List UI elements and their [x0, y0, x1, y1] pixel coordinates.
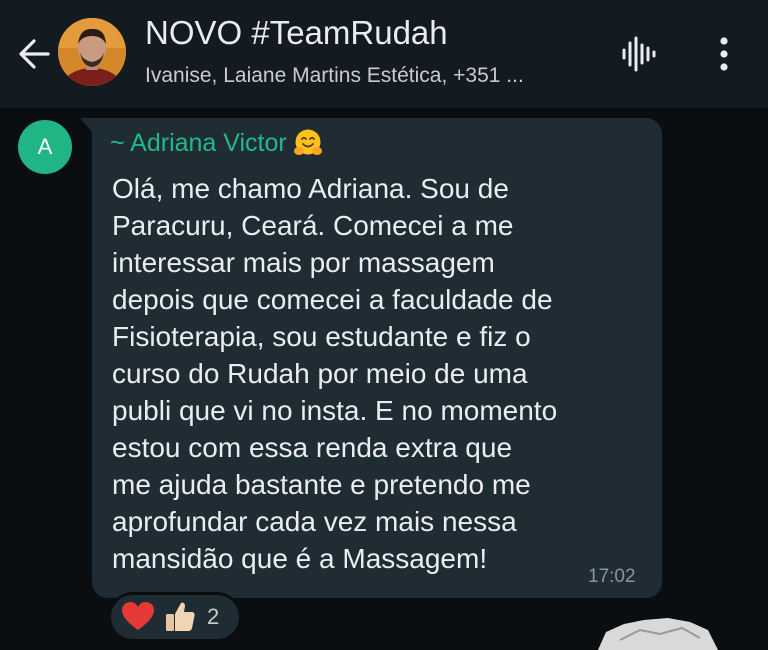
group-title[interactable]: NOVO #TeamRudah	[145, 14, 448, 52]
sender-name[interactable]: ~ Adriana Victor	[110, 129, 287, 158]
sticker-preview[interactable]	[590, 610, 720, 650]
arrow-left-icon	[19, 39, 50, 69]
avatar-initial: A	[37, 134, 53, 159]
thumbs-up-emoji	[166, 602, 195, 631]
more-options-button[interactable]	[702, 32, 746, 76]
sender-line: ~ Adriana Victor	[110, 128, 323, 158]
audio-waveform-icon	[622, 36, 656, 72]
back-button[interactable]	[12, 32, 56, 76]
hugging-face-emoji	[293, 129, 322, 155]
reactions-pill[interactable]: 2	[108, 592, 242, 642]
chat-header: NOVO #TeamRudah Ivanise, Laiane Martins …	[0, 0, 768, 108]
group-avatar[interactable]	[58, 18, 126, 86]
reaction-count: 2	[207, 604, 220, 629]
message-timestamp: 17:02	[588, 566, 636, 587]
message-text: Olá, me chamo Adriana. Sou de Paracuru, …	[112, 173, 558, 574]
sender-avatar[interactable]: A	[18, 120, 72, 174]
red-heart-emoji	[122, 602, 154, 630]
voice-chat-button[interactable]	[616, 32, 660, 76]
more-vertical-icon	[720, 37, 728, 71]
group-members-subtitle[interactable]: Ivanise, Laiane Martins Estética, +351 .…	[145, 64, 595, 88]
person-photo	[58, 18, 126, 86]
